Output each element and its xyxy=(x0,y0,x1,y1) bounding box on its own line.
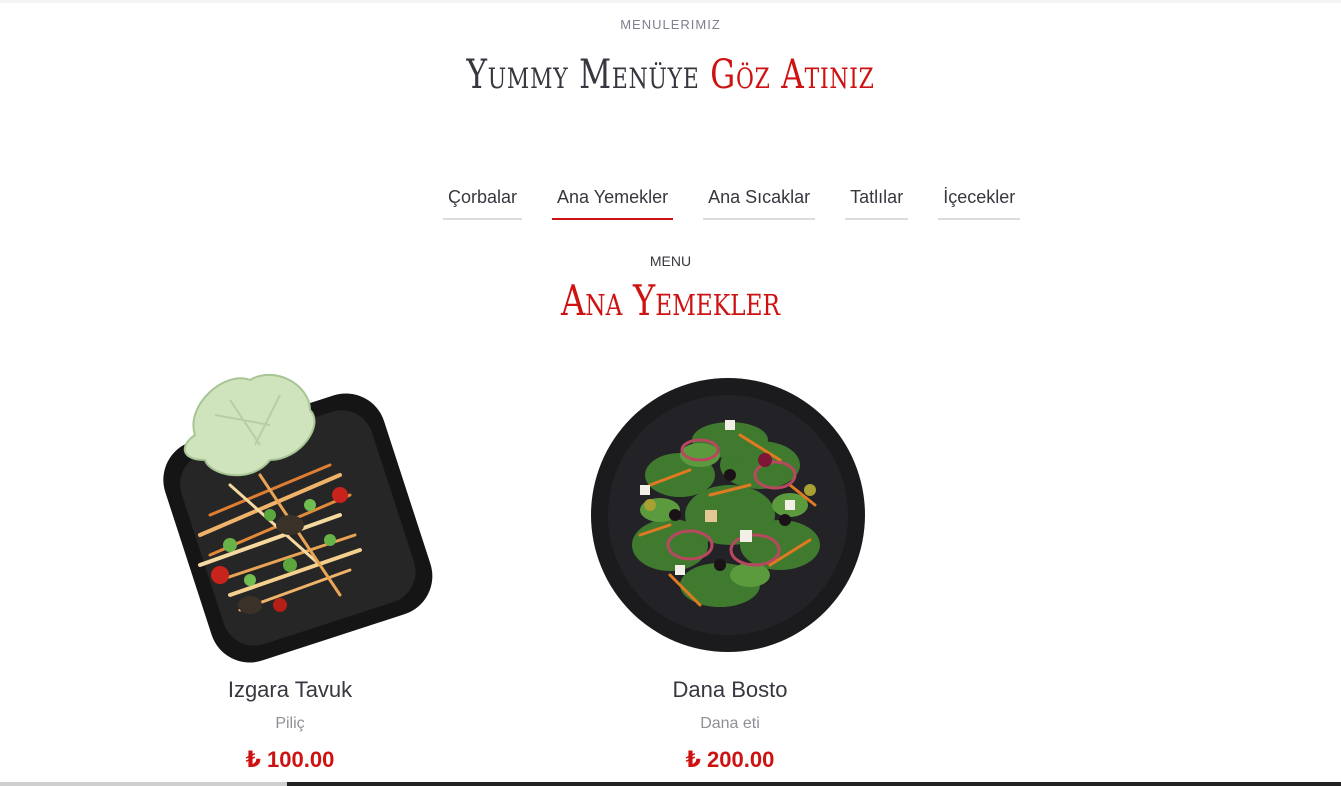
section-eyebrow: MENULERIMIZ xyxy=(620,17,721,32)
tab-ana-yemekler[interactable]: Ana Yemekler xyxy=(552,183,674,220)
menu-item-price: ₺ 100.00 xyxy=(245,747,335,772)
tab-ana-sicaklar[interactable]: Ana Sıcaklar xyxy=(703,183,816,220)
menu-item-name: Dana Bosto xyxy=(672,677,788,702)
menu-item-desc: Dana eti xyxy=(700,715,760,732)
green-salad-image[interactable] xyxy=(580,365,880,665)
menu-label: MENU xyxy=(649,253,692,269)
menu-title: Ana Yemekler xyxy=(561,276,780,325)
menu-item-price: ₺ 200.00 xyxy=(685,747,775,772)
top-divider xyxy=(0,0,1341,3)
tab-tatlilar[interactable]: Tatlılar xyxy=(845,183,909,220)
section-headline: Yummy Menüye Göz Atınız xyxy=(148,52,1194,98)
menu-item-card[interactable]: Izgara Tavuk Piliç ₺ 100.00 xyxy=(140,365,440,773)
menu-item-card[interactable]: Dana Bosto Dana eti ₺ 200.00 xyxy=(580,365,880,773)
grilled-chicken-salad-image[interactable] xyxy=(140,365,440,665)
horizontal-scrollbar[interactable] xyxy=(287,782,1341,786)
headline-accent: Göz Atınız xyxy=(710,52,875,98)
scroll-track-left xyxy=(0,782,287,786)
menu-item-name: Izgara Tavuk xyxy=(227,677,353,702)
tab-icecekler[interactable]: İçecekler xyxy=(938,183,1021,220)
tab-corbalar[interactable]: Çorbalar xyxy=(443,183,523,220)
menu-tabs: Çorbalar Ana Yemekler Ana Sıcaklar Tatlı… xyxy=(443,183,1021,220)
menu-page: MENULERIMIZ Yummy Menüye Göz Atınız Çorb… xyxy=(0,0,1341,786)
headline-main: Yummy Menüye xyxy=(466,52,700,98)
menu-item-desc: Piliç xyxy=(275,715,305,732)
